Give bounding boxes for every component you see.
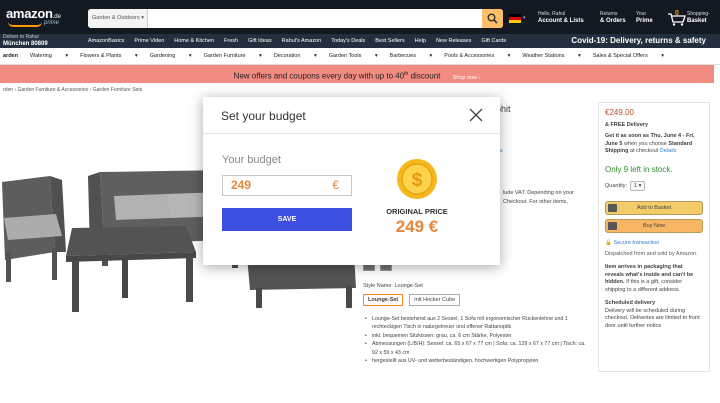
subnav-link[interactable]: New Releases (436, 38, 471, 44)
original-price-value: 249 € (395, 217, 439, 236)
covid-link[interactable]: Covid-19: Delivery, returns & safety (571, 34, 706, 48)
category-item-label: Sales & Special Offers (592, 53, 648, 59)
dollar-coin-icon: $ (397, 159, 437, 199)
category-item-label: Barbecues (389, 53, 416, 59)
category-item[interactable]: Garden Furniture ▾ (204, 53, 262, 59)
category-item-label: Garden Furniture (203, 53, 246, 59)
category-item-label: Weather Stations (522, 53, 565, 59)
sub-nav: Deliver to Rahul München 80809 AmazonBas… (0, 34, 720, 48)
cart-line2: Basket (687, 18, 707, 24)
category-item[interactable]: Barbecues ▾ (390, 53, 433, 59)
category-item[interactable]: Flowers & Plants ▾ (80, 53, 138, 59)
subnav-link[interactable]: Prime Video (134, 38, 164, 44)
modal-divider (203, 133, 500, 134)
budget-modal: Set your budget Your budget 249 € SAVE $ … (203, 97, 500, 265)
subnav-link[interactable]: Home & Kitchen (174, 38, 214, 44)
promo-text-end: discount (408, 71, 441, 81)
account-greeting: Hello, Rahul (538, 11, 566, 17)
returns-orders-link[interactable]: Returns & Orders (600, 11, 626, 25)
category-item-label: Watering (29, 53, 52, 59)
germany-flag-icon[interactable] (509, 14, 521, 23)
category-nav: arden Watering ▾ Flowers & Plants ▾ Gard… (0, 48, 720, 65)
subnav-links: AmazonBasics Prime Video Home & Kitchen … (88, 34, 516, 48)
cart-button[interactable]: 0 Shopping- Basket (667, 9, 717, 29)
language-chevron-icon[interactable]: ▾ (523, 15, 526, 21)
cart-line1: Shopping- (687, 11, 710, 17)
account-lists-menu[interactable]: Hello, Rahul Account & Lists (538, 11, 584, 25)
category-item[interactable]: Decoration ▾ (274, 53, 317, 59)
logo-word: amazon (6, 6, 53, 21)
deliver-line2: München 80809 (3, 41, 48, 47)
original-price-label: ORIGINAL PRICE (386, 207, 448, 216)
logo-smile-icon (8, 22, 42, 27)
prime-line2: Prime (636, 18, 653, 24)
cart-count: 0 (675, 10, 679, 17)
promo-text: New offers and coupons every day with up… (233, 71, 405, 81)
deliver-to-location[interactable]: Deliver to Rahul München 80809 (3, 34, 48, 48)
category-item[interactable]: Weather Stations ▾ (522, 53, 580, 59)
promo-banner[interactable]: New offers and coupons every day with up… (0, 65, 714, 83)
account-label: Account & Lists (538, 18, 584, 24)
save-button[interactable]: SAVE (222, 208, 352, 231)
category-item[interactable]: Pools & Accessories ▾ (444, 53, 510, 59)
logo-prime: prime (44, 20, 60, 26)
deliver-line1: Deliver to Rahul (3, 34, 39, 40)
category-home[interactable]: arden (3, 53, 18, 59)
amazon-logo[interactable]: amazon.de prime (6, 6, 70, 30)
budget-value: 249 (231, 178, 252, 192)
category-item-label: Decoration (273, 53, 301, 59)
modal-title: Set your budget (221, 109, 306, 123)
search-button[interactable] (482, 9, 503, 28)
subnav-link[interactable]: Fresh (224, 38, 238, 44)
subnav-link[interactable]: Gift Cards (481, 38, 506, 44)
search-category-select[interactable]: Garden & Outdoors ▾ (88, 9, 148, 28)
search-category-label: Garden & Outdoors (92, 15, 140, 21)
subnav-link[interactable]: Rahul's Amazon (282, 38, 322, 44)
search-icon (487, 13, 498, 24)
close-icon[interactable] (468, 107, 484, 123)
category-item[interactable]: Sales & Special Offers ▾ (593, 53, 664, 59)
subnav-link[interactable]: Best Sellers (375, 38, 404, 44)
category-item-label: Pools & Accessories (444, 53, 495, 59)
category-item[interactable]: Gardening ▾ (150, 53, 192, 59)
budget-input[interactable]: 249 € (222, 175, 352, 196)
category-item[interactable]: Garden Tools ▾ (329, 53, 378, 59)
subnav-link[interactable]: AmazonBasics (88, 38, 124, 44)
category-item-label: Garden Tools (328, 53, 362, 59)
category-item-label: Flowers & Plants (80, 53, 122, 59)
prime-menu[interactable]: Your Prime (636, 11, 653, 25)
breadcrumb[interactable]: rden › Garden Furniture & Accessories › … (3, 87, 142, 93)
returns-line1: Returns (600, 11, 618, 17)
subnav-link[interactable]: Today's Deals (331, 38, 365, 44)
category-item[interactable]: Watering ▾ (30, 53, 68, 59)
svg-text:$: $ (412, 170, 423, 191)
shop-now-link[interactable]: Shop now › (453, 69, 481, 87)
subnav-link[interactable]: Gift Ideas (248, 38, 272, 44)
prime-line1: Your (636, 11, 647, 17)
search-bar: Garden & Outdoors ▾ (88, 9, 503, 28)
subnav-link[interactable]: Help (415, 38, 426, 44)
top-header: amazon.de prime Garden & Outdoors ▾ ▾ He… (0, 0, 720, 34)
budget-currency: € (332, 178, 339, 192)
returns-line2: & Orders (600, 18, 626, 24)
budget-label: Your budget (222, 154, 281, 166)
category-item-label: Gardening (149, 53, 176, 59)
